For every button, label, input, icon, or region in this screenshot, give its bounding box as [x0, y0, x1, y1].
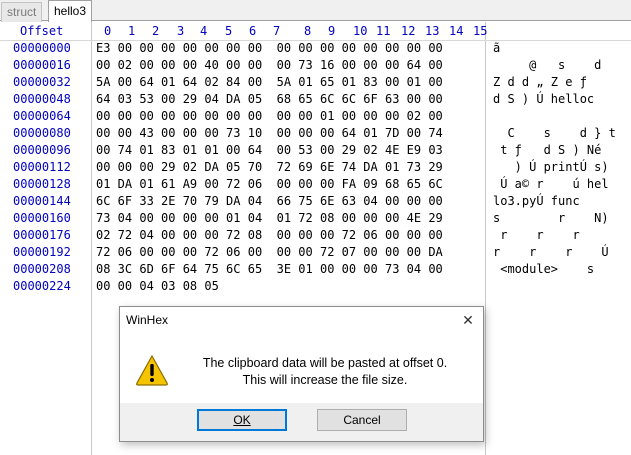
row-offset: 00000064	[13, 109, 71, 123]
row-text[interactable]: ã	[493, 40, 500, 57]
hex-row[interactable]: 00000128 01 DA 01 61 A9 00 72 06 00 00 00…	[0, 176, 631, 193]
dialog-title: WinHex	[126, 313, 169, 327]
row-hex-bytes[interactable]: 73 04 00 00 00 00 01 04 01 72 08 00 00 0…	[96, 210, 443, 227]
hex-row[interactable]: 00000064 00 00 00 00 00 00 00 00 00 00 01…	[0, 108, 631, 125]
hex-row[interactable]: 00000096 00 74 01 83 01 01 00 64 00 53 00…	[0, 142, 631, 159]
column-header: 7	[273, 24, 281, 38]
row-offset: 00000112	[13, 160, 71, 174]
column-header: 4	[200, 24, 208, 38]
row-text[interactable]: <module> s	[493, 261, 594, 278]
row-offset: 00000208	[13, 262, 71, 276]
row-hex-bytes[interactable]: E3 00 00 00 00 00 00 00 00 00 00 00 00 0…	[96, 40, 443, 57]
column-header: 1	[128, 24, 136, 38]
dialog-message-line2: This will increase the file size.	[242, 373, 408, 387]
row-offset: 00000128	[13, 177, 71, 191]
row-offset: 00000160	[13, 211, 71, 225]
row-hex-bytes[interactable]: 00 00 04 03 08 05	[96, 278, 219, 295]
ok-button-label: OK	[233, 413, 251, 427]
row-offset: 00000224	[13, 279, 71, 293]
column-header: 15	[473, 24, 488, 38]
row-text[interactable]: C s d } t	[493, 125, 615, 142]
row-offset: 00000016	[13, 58, 71, 72]
hex-row[interactable]: 00000208 08 3C 6D 6F 64 75 6C 65 3E 01 00…	[0, 261, 631, 278]
row-text[interactable]: r r r Ú	[493, 244, 609, 261]
column-header: 11	[376, 24, 391, 38]
row-text[interactable]: d S ) Ú helloc	[493, 91, 594, 108]
row-hex-bytes[interactable]: 02 72 04 00 00 00 72 08 00 00 00 72 06 0…	[96, 227, 443, 244]
row-offset: 00000032	[13, 75, 71, 89]
row-hex-bytes[interactable]: 00 00 00 29 02 DA 05 70 72 69 6E 74 DA 0…	[96, 159, 443, 176]
offset-column-header: Offset	[20, 24, 64, 38]
winhex-dialog: WinHex ✕ The clipboard data will be past…	[119, 306, 484, 442]
column-header: 12	[401, 24, 416, 38]
hex-row[interactable]: 00000144 6C 6F 33 2E 70 79 DA 04 66 75 6E…	[0, 193, 631, 210]
row-hex-bytes[interactable]: 00 00 43 00 00 00 73 10 00 00 00 64 01 7…	[96, 125, 443, 142]
row-hex-bytes[interactable]: 72 06 00 00 00 72 06 00 00 00 72 07 00 0…	[96, 244, 443, 261]
row-text[interactable]: r r r	[493, 227, 579, 244]
cancel-button[interactable]: Cancel	[317, 409, 407, 431]
hex-row[interactable]: 00000000 E3 00 00 00 00 00 00 00 00 00 00…	[0, 40, 631, 57]
dialog-titlebar[interactable]: WinHex ✕	[120, 307, 483, 333]
column-header: 10	[353, 24, 368, 38]
row-hex-bytes[interactable]: 64 03 53 00 29 04 DA 05 68 65 6C 6C 6F 6…	[96, 91, 443, 108]
row-text[interactable]: Z d d „ Z e ƒ	[493, 74, 587, 91]
row-offset: 00000192	[13, 245, 71, 259]
tab-bar: struct hello3	[0, 0, 631, 22]
column-header: 14	[449, 24, 464, 38]
hex-row[interactable]: 00000016 00 02 00 00 00 40 00 00 00 73 16…	[0, 57, 631, 74]
column-header: 3	[177, 24, 185, 38]
hex-row[interactable]: 00000160 73 04 00 00 00 00 01 04 01 72 08…	[0, 210, 631, 227]
hex-row[interactable]: 00000032 5A 00 64 01 64 02 84 00 5A 01 65…	[0, 74, 631, 91]
hex-row[interactable]: 00000112 00 00 00 29 02 DA 05 70 72 69 6E…	[0, 159, 631, 176]
row-hex-bytes[interactable]: 00 02 00 00 00 40 00 00 00 73 16 00 00 0…	[96, 57, 443, 74]
row-hex-bytes[interactable]: 08 3C 6D 6F 64 75 6C 65 3E 01 00 00 00 7…	[96, 261, 443, 278]
hex-row[interactable]: 00000176 02 72 04 00 00 00 72 08 00 00 00…	[0, 227, 631, 244]
tab-struct[interactable]: struct	[1, 2, 43, 22]
column-header: 0	[104, 24, 112, 38]
tab-hello3[interactable]: hello3	[48, 0, 93, 22]
row-offset: 00000080	[13, 126, 71, 140]
row-offset: 00000144	[13, 194, 71, 208]
column-header: 5	[225, 24, 233, 38]
hex-row[interactable]: 00000048 64 03 53 00 29 04 DA 05 68 65 6C…	[0, 91, 631, 108]
row-text[interactable]: s r N)	[493, 210, 609, 227]
row-text[interactable]: lo3.pyÚ func	[493, 193, 580, 210]
hex-row[interactable]: 00000192 72 06 00 00 00 72 06 00 00 00 72…	[0, 244, 631, 261]
row-text[interactable]: t ƒ d S ) Né	[493, 142, 601, 159]
column-header: 8	[304, 24, 312, 38]
column-header: 13	[425, 24, 440, 38]
warning-icon	[136, 354, 168, 386]
column-header: 9	[328, 24, 336, 38]
column-header: 6	[249, 24, 257, 38]
row-offset: 00000176	[13, 228, 71, 242]
dialog-message: The clipboard data will be pasted at off…	[180, 355, 470, 389]
close-icon[interactable]: ✕	[459, 311, 477, 329]
row-text[interactable]: Ú a© r ú hel	[493, 176, 608, 193]
hex-row[interactable]: 00000224 00 00 04 03 08 05	[0, 278, 631, 295]
dialog-content: The clipboard data will be pasted at off…	[120, 333, 483, 403]
row-offset: 00000048	[13, 92, 71, 106]
hex-row[interactable]: 00000080 00 00 43 00 00 00 73 10 00 00 00…	[0, 125, 631, 142]
row-hex-bytes[interactable]: 01 DA 01 61 A9 00 72 06 00 00 00 FA 09 6…	[96, 176, 443, 193]
row-text[interactable]: ) Ú printÚ s)	[493, 159, 609, 176]
dialog-message-line1: The clipboard data will be pasted at off…	[202, 356, 448, 370]
row-hex-bytes[interactable]: 6C 6F 33 2E 70 79 DA 04 66 75 6E 63 04 0…	[96, 193, 443, 210]
row-text[interactable]: @ s d	[493, 57, 601, 74]
row-offset: 00000000	[13, 41, 71, 55]
row-hex-bytes[interactable]: 00 74 01 83 01 01 00 64 00 53 00 29 02 4…	[96, 142, 443, 159]
ok-button[interactable]: OK	[197, 409, 287, 431]
row-hex-bytes[interactable]: 00 00 00 00 00 00 00 00 00 00 01 00 00 0…	[96, 108, 443, 125]
cancel-button-label: Cancel	[343, 413, 381, 427]
column-header: 2	[152, 24, 160, 38]
dialog-button-row: OK Cancel	[120, 403, 483, 441]
row-hex-bytes[interactable]: 5A 00 64 01 64 02 84 00 5A 01 65 01 83 0…	[96, 74, 443, 91]
row-offset: 00000096	[13, 143, 71, 157]
